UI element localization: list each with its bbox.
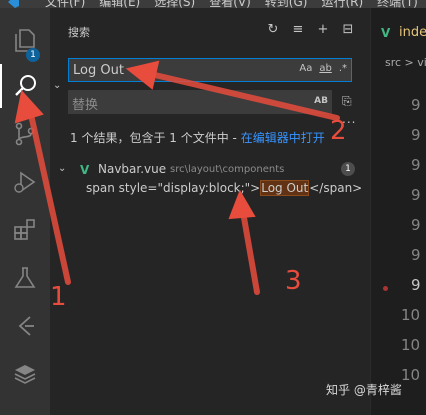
result-file-row[interactable]: ⌄ V Navbar.vue src\layout\components 1 (58, 160, 370, 180)
replace-placeholder: 替换 (72, 98, 99, 113)
toggle-replace-chevron-icon[interactable]: ⌄ (53, 80, 63, 91)
source-control-button[interactable] (0, 112, 50, 156)
search-icon (15, 75, 36, 96)
extensions-button[interactable] (0, 208, 50, 252)
layers-button[interactable] (0, 352, 50, 396)
explorer-button[interactable]: 1 (0, 18, 50, 62)
annotation-label-3: 3 (285, 266, 302, 296)
result-filepath: src\layout\components (170, 164, 285, 175)
menu-view[interactable]: 查看(V) (209, 0, 251, 8)
explorer-badge: 1 (26, 48, 40, 62)
sidebar-actions: ↻ ≡ + ⊟ (265, 22, 356, 38)
vscode-logo-icon (8, 0, 19, 8)
vue-file-icon: V (80, 163, 90, 177)
line-number: 10 (401, 306, 421, 324)
result-match-line[interactable]: span style="display:block;">Log Out</spa… (86, 180, 363, 196)
line-number-current: 9 (411, 276, 421, 294)
result-count-badge: 1 (341, 162, 355, 176)
run-debug-icon (14, 171, 36, 193)
refresh-icon[interactable]: ↻ (265, 22, 281, 38)
testing-button[interactable] (0, 256, 50, 300)
match-prefix: span style="display:block;"> (86, 181, 261, 195)
line-number: 10 (401, 336, 421, 354)
menu-file[interactable]: 文件(F) (45, 0, 85, 8)
menu-terminal[interactable]: 终端(T) (377, 0, 418, 8)
results-summary: 1 个结果，包含于 1 个文件中 - 在编辑器中打开 (70, 129, 325, 146)
menu-selection[interactable]: 选择(S) (154, 0, 195, 8)
search-sidebar: 搜索 ↻ ≡ + ⊟ ⌄ Log Out Aa ab .* 替换 AB ⎘ ..… (50, 8, 370, 415)
git-graph-icon (18, 316, 34, 336)
editor-tab-label: inde (399, 25, 426, 40)
sidebar-title: 搜索 (68, 26, 90, 39)
watermark: 知乎 @青梓酱 (326, 383, 402, 397)
search-input-value: Log Out (73, 63, 124, 78)
open-in-editor-link[interactable]: 在编辑器中打开 (241, 131, 325, 145)
line-number: 9 (411, 96, 421, 114)
match-suffix: </span> (309, 181, 363, 195)
layers-icon (14, 365, 36, 384)
results-summary-text: 1 个结果，包含于 1 个文件中 - (70, 131, 241, 145)
match-highlight: Log Out (260, 180, 310, 196)
use-regex-toggle[interactable]: .* (339, 63, 347, 74)
line-number: 9 (411, 186, 421, 204)
source-control-icon (15, 122, 35, 146)
replace-all-icon[interactable]: ⎘ (342, 94, 358, 110)
git-graph-button[interactable] (0, 304, 50, 348)
editor-area: V inde src > vi 9 9 9 9 9 9 9 10 10 10 (370, 8, 426, 415)
new-search-editor-icon[interactable]: + (315, 22, 331, 38)
clear-results-icon[interactable]: ≡ (290, 22, 306, 38)
search-view-button[interactable] (0, 64, 50, 108)
menu-edit[interactable]: 编辑(E) (99, 0, 140, 8)
testing-icon (14, 267, 36, 288)
line-number: 9 (411, 126, 421, 144)
run-debug-button[interactable] (0, 160, 50, 204)
menu-run[interactable]: 运行(R) (321, 0, 363, 8)
replace-input[interactable]: 替换 AB (68, 90, 332, 114)
line-number: 9 (411, 216, 421, 234)
chevron-down-icon[interactable]: ⌄ (58, 163, 66, 174)
line-number: 9 (411, 246, 421, 264)
breadcrumb[interactable]: src > vi (385, 56, 426, 69)
collapse-all-icon[interactable]: ⊟ (340, 22, 356, 38)
menu-go[interactable]: 转到(G) (265, 0, 308, 8)
vue-file-icon: V (381, 26, 391, 40)
match-case-toggle[interactable]: Aa (299, 63, 312, 74)
line-number: 9 (411, 156, 421, 174)
match-whole-word-toggle[interactable]: ab (319, 63, 331, 74)
preserve-case-toggle[interactable]: AB (314, 96, 328, 106)
result-filename: Navbar.vue (98, 162, 167, 176)
breakpoint-dot[interactable] (383, 286, 388, 291)
editor-tab[interactable]: V inde (371, 18, 426, 48)
menu-bar: 文件(F) 编辑(E) 选择(S) 查看(V) 转到(G) 运行(R) 终端(T… (0, 0, 426, 8)
line-number: 10 (401, 366, 421, 384)
search-input[interactable]: Log Out Aa ab .* (68, 58, 352, 82)
extensions-icon (14, 219, 35, 240)
annotation-label-2: 2 (330, 116, 347, 146)
activity-bar: 1 (0, 8, 50, 415)
annotation-label-1: 1 (50, 282, 67, 312)
